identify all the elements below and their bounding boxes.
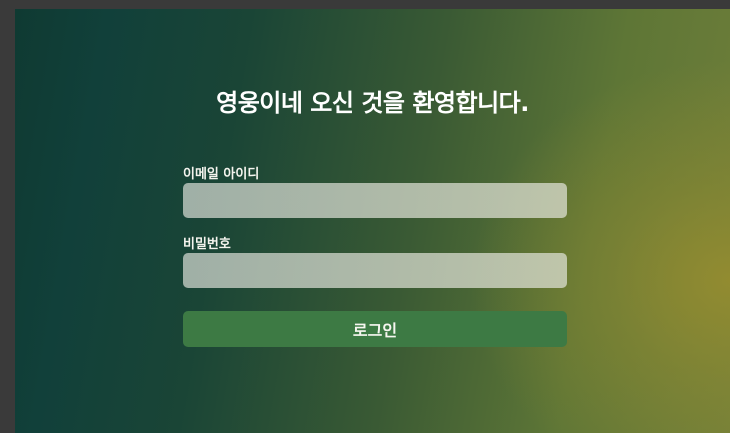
password-field[interactable]	[183, 253, 567, 288]
login-button[interactable]: 로그인	[183, 311, 567, 347]
password-label: 비밀번호	[183, 237, 231, 252]
page-title: 영웅이네 오신 것을 환영합니다.	[216, 89, 529, 117]
login-panel: 영웅이네 오신 것을 환영합니다. 이메일 아이디 비밀번호 로그인	[15, 9, 730, 433]
email-field[interactable]	[183, 183, 567, 218]
email-label: 이메일 아이디	[183, 167, 260, 182]
